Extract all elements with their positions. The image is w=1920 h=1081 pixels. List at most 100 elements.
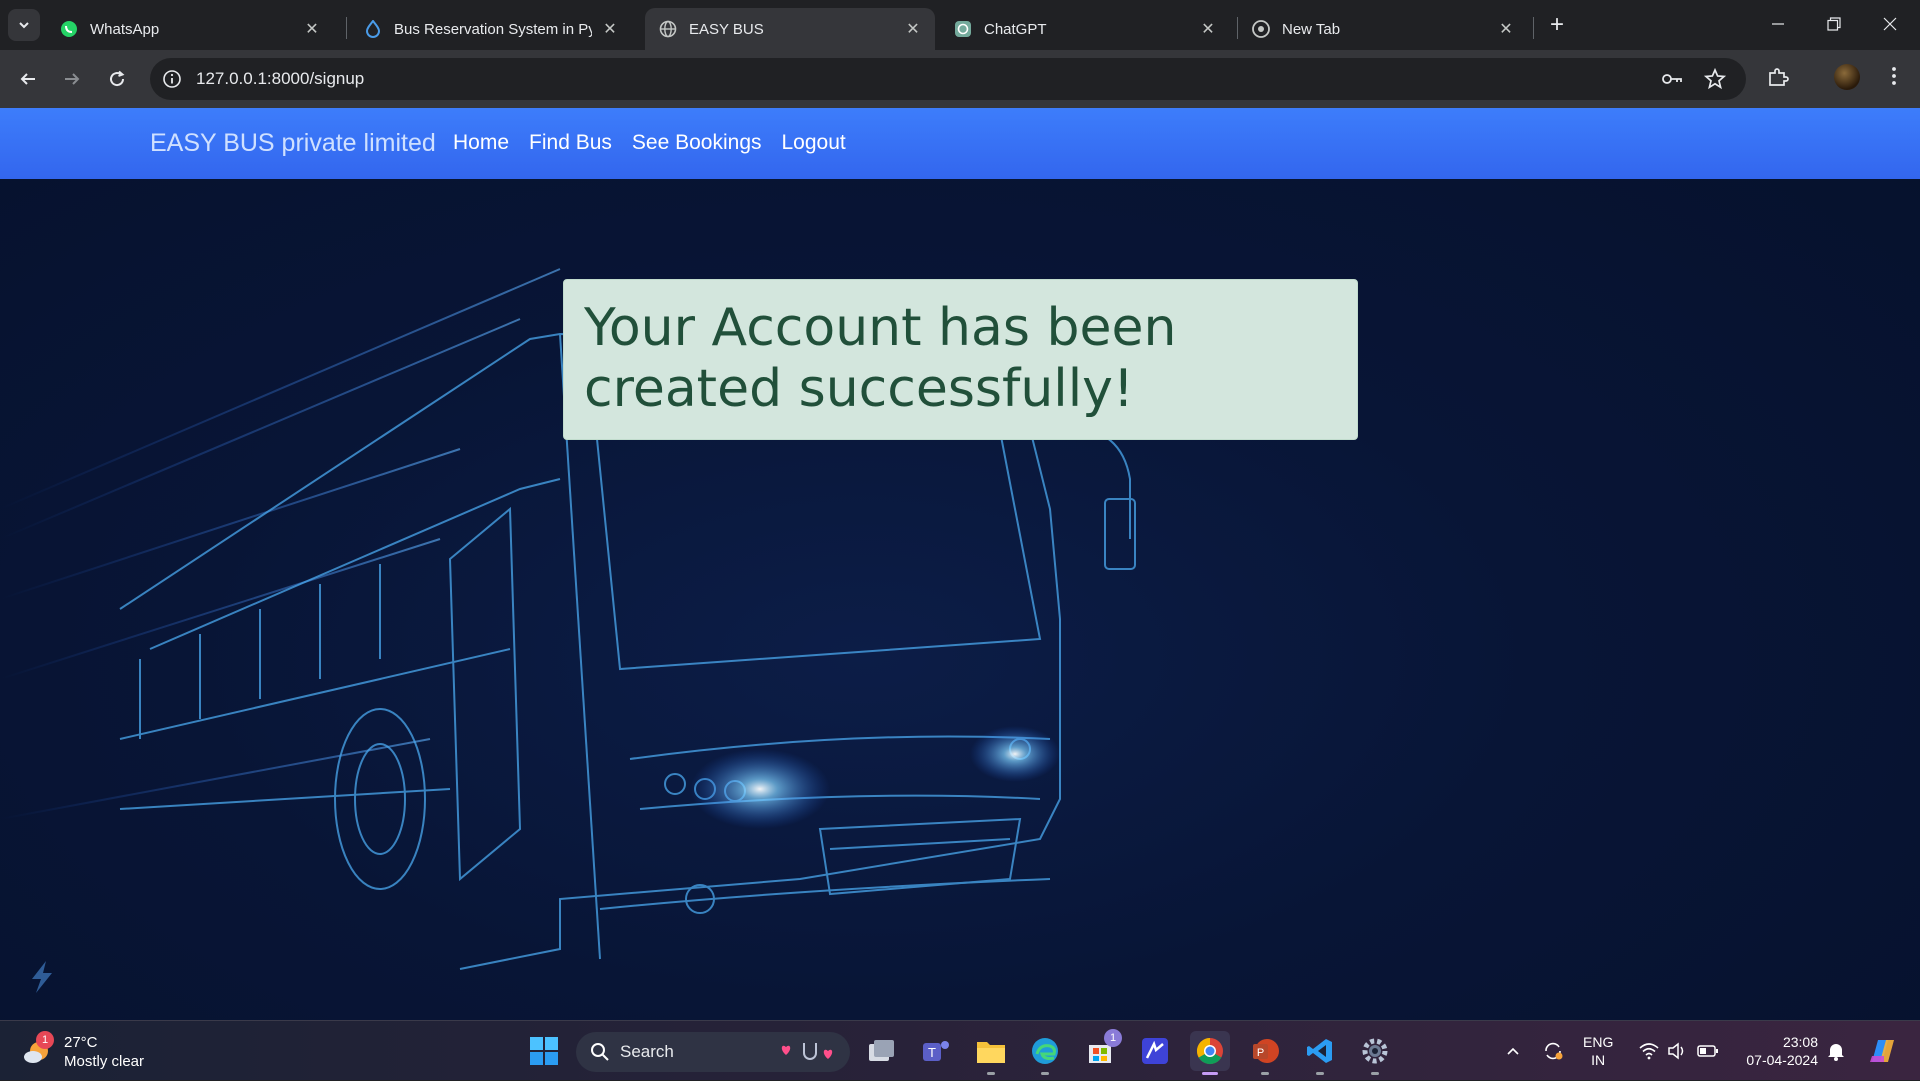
pen-app-icon bbox=[1142, 1038, 1168, 1064]
language-indicator[interactable]: ENG IN bbox=[1583, 1033, 1613, 1069]
close-tab-icon[interactable]: ✕ bbox=[600, 19, 620, 39]
nav-logout-link[interactable]: Logout bbox=[782, 131, 846, 155]
password-key-icon[interactable] bbox=[1660, 67, 1684, 91]
start-button[interactable] bbox=[524, 1031, 564, 1071]
vscode-icon bbox=[1307, 1039, 1332, 1063]
alert-message: Your Account has been created successful… bbox=[584, 298, 1177, 419]
chevron-down-icon bbox=[19, 22, 29, 29]
task-view-button[interactable] bbox=[861, 1031, 901, 1071]
weather-widget[interactable]: 1 27°C Mostly clear bbox=[22, 1031, 145, 1071]
teams-app-button[interactable]: T bbox=[916, 1031, 956, 1071]
search-placeholder: Search bbox=[620, 1042, 674, 1061]
svg-text:T: T bbox=[928, 1045, 936, 1060]
running-indicator bbox=[1371, 1072, 1379, 1075]
whatsapp-icon bbox=[60, 20, 78, 38]
site-navbar: EASY BUS private limited Home Find Bus S… bbox=[0, 108, 1920, 179]
tab-strip: WhatsApp ✕ Bus Reservation System in Pyt… bbox=[0, 0, 1920, 50]
store-badge: 1 bbox=[1104, 1029, 1122, 1047]
success-alert: Your Account has been created successful… bbox=[563, 279, 1358, 440]
lightning-bolt-icon[interactable] bbox=[26, 959, 58, 995]
stethoscope-hearts-icon bbox=[781, 1043, 833, 1060]
globe-icon bbox=[659, 20, 677, 38]
profile-avatar[interactable] bbox=[1834, 64, 1860, 90]
running-indicator bbox=[987, 1072, 995, 1075]
forward-button[interactable] bbox=[54, 61, 90, 97]
chrome-app-button[interactable] bbox=[1190, 1031, 1230, 1075]
running-indicator bbox=[1261, 1072, 1269, 1075]
active-indicator bbox=[1202, 1072, 1218, 1075]
close-tab-icon[interactable]: ✕ bbox=[302, 19, 322, 39]
task-view-icon bbox=[869, 1040, 894, 1061]
minimize-icon bbox=[1772, 23, 1784, 25]
close-tab-icon[interactable]: ✕ bbox=[903, 19, 923, 39]
weather-temp: 27°C bbox=[64, 1034, 98, 1051]
tab-title: EASY BUS bbox=[689, 20, 764, 38]
powerpoint-button[interactable]: P bbox=[1245, 1031, 1285, 1075]
close-window-button[interactable] bbox=[1862, 0, 1918, 48]
back-button[interactable] bbox=[10, 61, 46, 97]
tab-bus-reservation[interactable]: Bus Reservation System in Pytho ✕ bbox=[350, 8, 632, 50]
plus-icon: + bbox=[1549, 11, 1564, 38]
battery-tray-button[interactable] bbox=[1694, 1021, 1722, 1081]
reload-icon bbox=[110, 70, 125, 87]
chevron-up-icon bbox=[1507, 1047, 1519, 1055]
bell-icon bbox=[1828, 1044, 1844, 1061]
ms-store-button[interactable]: 1 bbox=[1080, 1029, 1122, 1071]
clock[interactable]: 23:08 07-04-2024 bbox=[1734, 1033, 1818, 1069]
restore-icon bbox=[1827, 17, 1841, 31]
notifications-button[interactable] bbox=[1822, 1021, 1850, 1081]
vscode-button[interactable] bbox=[1300, 1031, 1340, 1075]
tab-whatsapp[interactable]: WhatsApp ✕ bbox=[46, 8, 334, 50]
url-text[interactable]: 127.0.0.1:8000/signup bbox=[196, 69, 364, 89]
chrome-icon bbox=[1196, 1037, 1223, 1065]
sync-icon bbox=[1545, 1042, 1563, 1060]
moon-cloud-icon: 1 bbox=[22, 1031, 54, 1067]
new-tab-button[interactable]: + bbox=[1543, 11, 1571, 39]
tab-title: WhatsApp bbox=[90, 20, 160, 38]
tab-title: ChatGPT bbox=[984, 20, 1047, 38]
file-explorer-button[interactable] bbox=[971, 1031, 1011, 1075]
tab-divider bbox=[346, 17, 347, 39]
nav-see-bookings-link[interactable]: See Bookings bbox=[632, 131, 762, 155]
speaker-icon bbox=[1668, 1042, 1684, 1060]
nav-home-link[interactable]: Home bbox=[453, 131, 509, 155]
powerpoint-icon: P bbox=[1253, 1039, 1279, 1063]
minimize-button[interactable] bbox=[1750, 0, 1806, 48]
sync-tray-button[interactable] bbox=[1538, 1021, 1568, 1081]
address-bar[interactable]: 127.0.0.1:8000/signup bbox=[150, 58, 1746, 100]
site-brand[interactable]: EASY BUS private limited bbox=[150, 129, 436, 158]
extensions-puzzle-icon[interactable] bbox=[1766, 65, 1790, 89]
show-hidden-icons-button[interactable] bbox=[1500, 1021, 1526, 1081]
tab-search-button[interactable] bbox=[8, 9, 40, 41]
nav-find-bus-link[interactable]: Find Bus bbox=[529, 131, 612, 155]
wifi-tray-button[interactable] bbox=[1636, 1021, 1662, 1081]
settings-button[interactable] bbox=[1355, 1031, 1395, 1075]
edge-icon bbox=[1032, 1038, 1058, 1064]
tab-easy-bus[interactable]: EASY BUS ✕ bbox=[645, 8, 935, 50]
tab-new-tab[interactable]: New Tab ✕ bbox=[1238, 8, 1528, 50]
close-tab-icon[interactable]: ✕ bbox=[1496, 19, 1516, 39]
taskbar-search[interactable]: Search bbox=[576, 1032, 850, 1072]
reload-button[interactable] bbox=[99, 61, 135, 97]
volume-tray-button[interactable] bbox=[1664, 1021, 1690, 1081]
drupal-icon bbox=[364, 20, 382, 38]
clock-time: 23:08 bbox=[1782, 1034, 1818, 1050]
teams-icon: T bbox=[923, 1041, 949, 1061]
chatgpt-icon bbox=[954, 20, 972, 38]
info-icon[interactable] bbox=[162, 69, 182, 89]
weather-badge: 1 bbox=[36, 1031, 54, 1049]
more-vert-icon[interactable] bbox=[1882, 64, 1906, 88]
close-icon bbox=[1883, 17, 1897, 31]
tab-chatgpt[interactable]: ChatGPT ✕ bbox=[940, 8, 1230, 50]
weather-desc: Mostly clear bbox=[64, 1053, 145, 1070]
editor-app-button[interactable] bbox=[1135, 1031, 1175, 1071]
clock-date: 07-04-2024 bbox=[1746, 1052, 1818, 1068]
close-tab-icon[interactable]: ✕ bbox=[1198, 19, 1218, 39]
bookmark-star-icon[interactable] bbox=[1703, 67, 1727, 91]
copilot-button[interactable] bbox=[1862, 1021, 1902, 1081]
tab-title: Bus Reservation System in Pytho bbox=[394, 20, 592, 38]
restore-button[interactable] bbox=[1806, 0, 1862, 48]
windows-logo-icon bbox=[530, 1037, 558, 1065]
edge-browser-button[interactable] bbox=[1025, 1031, 1065, 1075]
wifi-icon bbox=[1639, 1043, 1659, 1060]
